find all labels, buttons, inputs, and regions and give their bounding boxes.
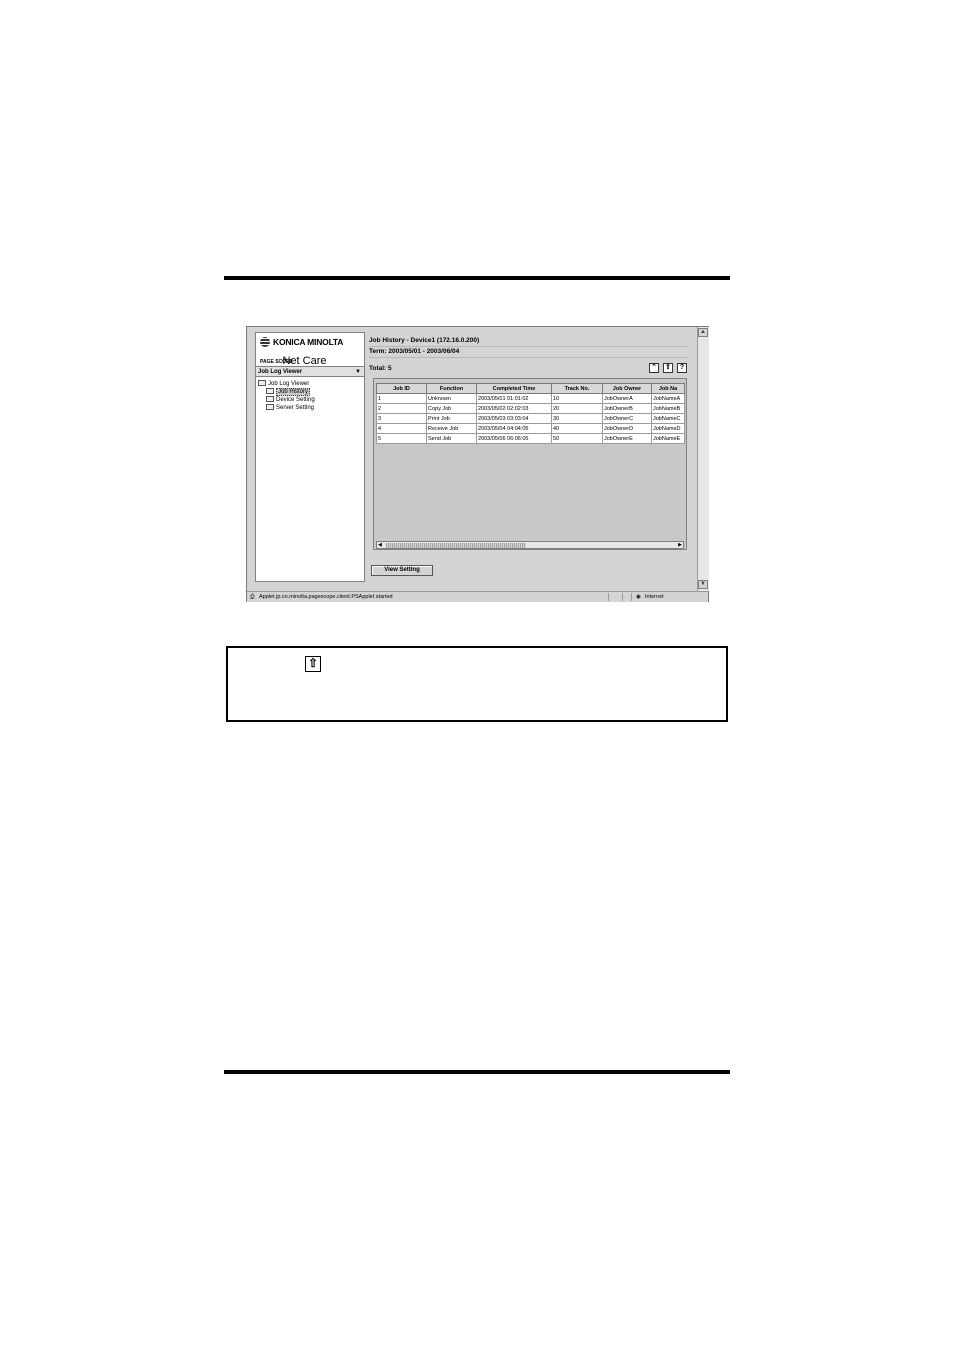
table-row[interactable]: 2 Copy Job 2003/05/02 02:02:03 20 JobOwnerB J… — [376, 403, 685, 414]
tree-item-job-log-viewer[interactable]: Job Log Viewer — [258, 380, 309, 388]
table-cell: Send Job — [426, 433, 477, 444]
table-row[interactable]: 1 Unknown 2003/05/01 01:01:02 10 JobOwnerA Jo… — [376, 393, 685, 404]
divider — [369, 357, 689, 358]
export-icon: ⇧ — [305, 656, 321, 672]
scroll-up-button[interactable]: ▲ — [698, 328, 708, 337]
table-cell: 2003/05/02 02:02:03 — [476, 403, 552, 414]
table-cell: JobOwnerA — [602, 393, 652, 404]
top-rule — [224, 276, 730, 280]
table-cell: JobOwnerC — [602, 413, 652, 424]
status-cell — [622, 593, 631, 601]
column-header[interactable]: Track No. — [551, 383, 603, 394]
table-cell: 3 — [376, 413, 427, 424]
table-cell: 40 — [551, 423, 603, 434]
globe-logo-icon — [260, 337, 270, 347]
table-cell: 2003/05/06 06:06:05 — [476, 433, 552, 444]
table-cell: 50 — [551, 433, 603, 444]
table-cell: JobNameD — [651, 423, 685, 434]
scroll-right-icon[interactable]: ▶ — [678, 542, 682, 548]
scroll-down-button[interactable]: ▼ — [698, 580, 708, 589]
table-cell: JobNameE — [651, 433, 685, 444]
status-bar: ⎙ Applet jp.co.minolta.pagescope.client.… — [247, 591, 708, 602]
table-cell: 30 — [551, 413, 603, 424]
konica-minolta-logo: KONICA MINOLTA — [260, 337, 343, 347]
folder-icon — [266, 404, 274, 410]
column-header[interactable]: Function — [426, 383, 477, 394]
pagescope-mark: PAGE SCOPE — [260, 359, 293, 365]
job-history-grid: Job ID Function Completed Time Track No. Job… — [373, 378, 687, 550]
table-cell: JobNameC — [651, 413, 685, 424]
vertical-scrollbar[interactable]: ▲ ▼ — [697, 327, 709, 591]
table-cell: Copy Job — [426, 403, 477, 414]
left-panel: KONICA MINOLTA PAGE SCOPE Net Care Job L… — [255, 332, 365, 582]
table-cell: 1 — [376, 393, 427, 404]
term-label: Term: 2003/05/01 - 2003/06/04 — [369, 348, 460, 355]
table-row[interactable]: 5 Send Job 2003/05/06 06:06:05 50 JobOwnerE J… — [376, 433, 685, 444]
table-row[interactable]: 4 Receive Job 2003/05/04 04:04:05 40 JobOwne… — [376, 423, 685, 434]
internet-zone-icon: ◉ — [636, 594, 641, 600]
view-setting-button[interactable]: View Setting — [371, 565, 433, 576]
status-text: Applet jp.co.minolta.pagescope.client.PS… — [259, 594, 393, 600]
column-header[interactable]: Completed Time — [476, 383, 552, 394]
table-cell: 2003/05/01 01:01:02 — [476, 393, 552, 404]
total-label: Total: 5 — [369, 365, 392, 372]
column-header[interactable]: Job ID — [376, 383, 427, 394]
column-header[interactable]: Job Na — [651, 383, 685, 394]
tree-item-server-setting[interactable]: Server Setting — [266, 404, 314, 412]
bottom-rule — [224, 1070, 730, 1074]
scroll-thumb[interactable] — [386, 543, 526, 548]
job-history-table: Job ID Function Completed Time Track No. Job… — [376, 383, 685, 444]
applet-status-icon: ⎙ — [250, 594, 255, 600]
table-cell: 2003/05/03 03:03:04 — [476, 413, 552, 424]
table-cell: JobOwnerD — [602, 423, 652, 434]
column-header[interactable]: Job Owner — [602, 383, 652, 394]
scroll-left-icon[interactable]: ◀ — [378, 542, 382, 548]
divider — [369, 346, 689, 347]
table-cell: 10 — [551, 393, 603, 404]
table-cell: 20 — [551, 403, 603, 414]
folder-icon — [258, 380, 266, 386]
browser-window: ▲ ▼ KONICA MINOLTA PAGE SCOPE Net Care J… — [246, 326, 709, 602]
collapse-up-icon[interactable]: ⌃ — [649, 363, 659, 373]
note-box: ⇧ — [226, 646, 728, 722]
table-cell: JobNameA — [651, 393, 685, 404]
export-icon[interactable]: ⇧ — [663, 363, 673, 373]
help-icon[interactable]: ? — [677, 363, 687, 373]
table-cell: JobOwnerB — [602, 403, 652, 414]
chevron-down-icon[interactable]: ▼ — [355, 367, 361, 378]
table-cell: 2 — [376, 403, 427, 414]
page-title: Job History - Device1 (172.16.0.200) — [369, 337, 480, 344]
horizontal-scrollbar[interactable]: ◀ ▶ — [376, 541, 684, 549]
table-row[interactable]: 3 Print Job 2003/05/03 03:03:04 30 JobOwnerC… — [376, 413, 685, 424]
folder-icon — [266, 396, 274, 402]
tree-item-job-history[interactable]: Job History — [266, 388, 311, 396]
zone-label: Internet — [645, 594, 664, 600]
folder-icon — [266, 388, 274, 394]
table-cell: JobNameB — [651, 403, 685, 414]
table-cell: Receive Job — [426, 423, 477, 434]
tree-item-device-setting[interactable]: Device Setting — [266, 396, 315, 404]
table-cell: Unknown — [426, 393, 477, 404]
table-cell: 5 — [376, 433, 427, 444]
table-cell: 4 — [376, 423, 427, 434]
table-cell: 2003/05/04 04:04:05 — [476, 423, 552, 434]
table-cell: JobOwnerE — [602, 433, 652, 444]
status-cell — [608, 593, 621, 601]
viewer-dropdown[interactable]: Job Log Viewer ▼ — [256, 366, 364, 377]
table-cell: Print Job — [426, 413, 477, 424]
